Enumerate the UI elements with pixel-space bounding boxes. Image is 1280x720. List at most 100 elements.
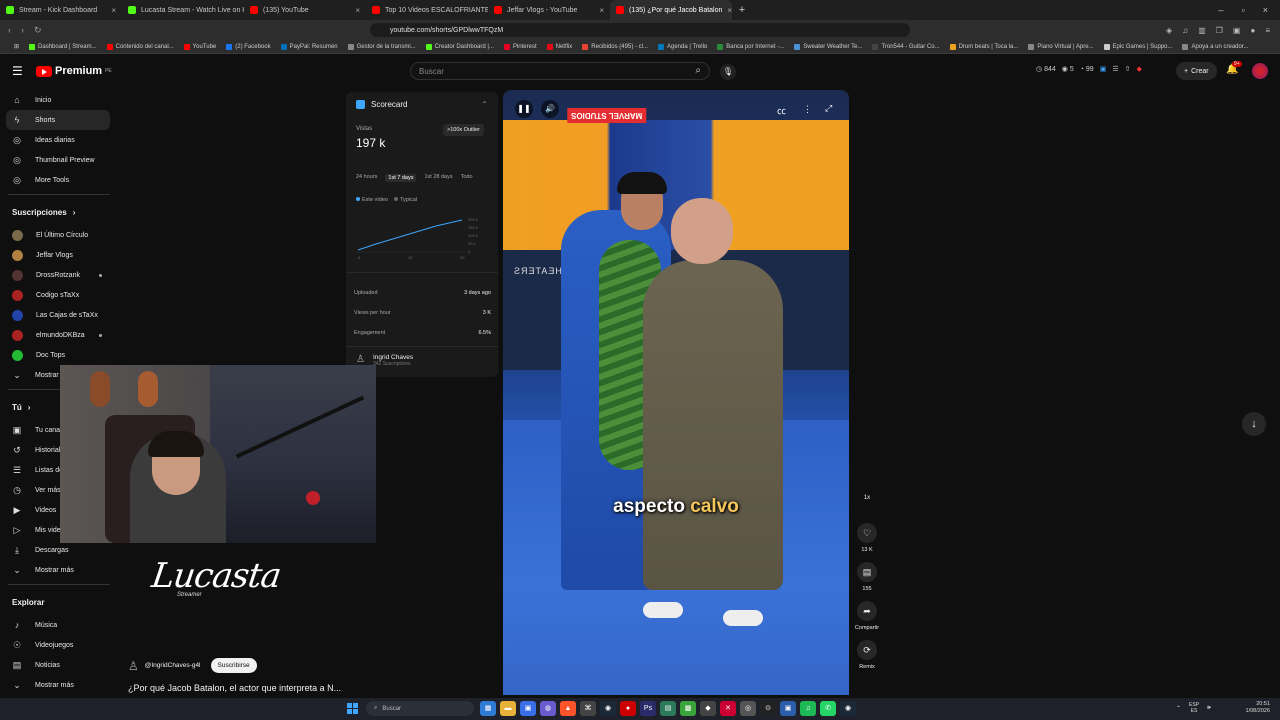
- youtube-logo[interactable]: Premium PE: [36, 65, 112, 77]
- sidebar-item-shorts[interactable]: ϟ Shorts: [6, 110, 110, 130]
- video-title[interactable]: ¿Por qué Jacob Batalon, el actor que int…: [128, 683, 341, 693]
- photoshop-icon[interactable]: Ps: [640, 701, 656, 716]
- bookmark-item[interactable]: Epic Games | Suppo...: [1100, 43, 1177, 50]
- remix-icon[interactable]: ⟳: [857, 640, 877, 660]
- bookmark-item[interactable]: Recibidos (495) - cl...: [578, 43, 652, 50]
- ext-list-icon[interactable]: ☰: [1112, 65, 1118, 73]
- period-tab[interactable]: 24 hours: [356, 174, 377, 182]
- bookmark-item[interactable]: Agenda | Trello: [654, 43, 711, 50]
- steam-icon[interactable]: ◉: [840, 701, 856, 716]
- minecraft-icon[interactable]: ▩: [680, 701, 696, 716]
- sidebar-explore-item[interactable]: ⌄ Mostrar más: [0, 675, 118, 695]
- search-input[interactable]: Buscar ⌕: [410, 62, 710, 80]
- bookmark-item[interactable]: Contenido del canal...: [103, 43, 178, 50]
- brave-icon[interactable]: ▲: [560, 701, 576, 716]
- like-icon[interactable]: ♡: [857, 523, 877, 543]
- sidebar-item-more-tools[interactable]: ◎ More Tools: [0, 170, 118, 190]
- browser-tab[interactable]: (135) YouTube ×: [244, 0, 366, 20]
- hamburger-menu-icon[interactable]: ☰: [12, 64, 24, 78]
- forward-icon[interactable]: ›: [21, 25, 24, 36]
- menu-icon[interactable]: ≡: [1265, 26, 1270, 35]
- sidebar-you-item[interactable]: ⌄ Mostrar más: [0, 560, 118, 580]
- bookmark-item[interactable]: Netflix: [543, 43, 577, 50]
- vscode-icon[interactable]: ▣: [780, 701, 796, 716]
- steam-icon[interactable]: ◉: [600, 701, 616, 716]
- sidebar-explore-item[interactable]: ▤ Noticias: [0, 655, 118, 675]
- browser-tab[interactable]: Top 10 Videos ESCALOFRIANTES De×: [366, 0, 488, 20]
- vidiq-icon[interactable]: ▣: [1100, 65, 1107, 73]
- bookmark-item[interactable]: Apoya a un creador...: [1178, 43, 1252, 50]
- subscription-item[interactable]: Jeffar Vlogs: [0, 245, 118, 265]
- playback-speed[interactable]: 1x: [852, 495, 882, 501]
- app-icon[interactable]: ◆: [700, 701, 716, 716]
- windows-start-icon[interactable]: [347, 703, 358, 714]
- bookmark-item[interactable]: Pinterest: [500, 43, 541, 50]
- sheets-icon[interactable]: ▤: [660, 701, 676, 716]
- close-window-icon[interactable]: ×: [1263, 5, 1268, 15]
- channel-handle[interactable]: @IngridChaves-g4l: [145, 662, 201, 669]
- extension-icon[interactable]: ◈: [1166, 26, 1172, 35]
- file-explorer-icon[interactable]: ▦: [480, 701, 496, 716]
- taskbar-search[interactable]: ⌕ Buscar: [366, 701, 474, 716]
- browser-tab[interactable]: Stream - Kick Dashboard ×: [0, 0, 122, 20]
- app-icon[interactable]: ⊙: [760, 701, 776, 716]
- pause-icon[interactable]: ❚❚: [515, 100, 533, 118]
- apps-grid-icon[interactable]: ⊞: [10, 43, 23, 50]
- microphone-icon[interactable]: 🎙: [720, 64, 736, 80]
- captions-icon[interactable]: ㏄: [777, 104, 786, 117]
- app-icon[interactable]: ◎: [740, 701, 756, 716]
- bookmark-item[interactable]: PayPal: Resumen: [277, 43, 342, 50]
- sidebar-explore-item[interactable]: ☉ Videojuegos: [0, 635, 118, 655]
- terminal-icon[interactable]: ⌘: [580, 701, 596, 716]
- sidebar-item-inicio[interactable]: ⌂ Inicio: [0, 90, 118, 110]
- spotify-icon[interactable]: ♫: [800, 701, 816, 716]
- subscription-item[interactable]: DrossRotzank: [0, 265, 118, 285]
- period-tab[interactable]: 1st 28 days: [424, 174, 452, 182]
- fullscreen-icon[interactable]: ⤢: [825, 103, 832, 114]
- clock[interactable]: 20:51 1/08/2026: [1224, 701, 1270, 715]
- folder-icon[interactable]: ▬: [500, 701, 516, 716]
- subscription-item[interactable]: El Último Círculo: [0, 225, 118, 245]
- bookmark-item[interactable]: Creator Dashboard |...: [422, 43, 498, 50]
- more-options-icon[interactable]: ⋮: [803, 104, 812, 115]
- reload-icon[interactable]: ↻: [34, 25, 42, 36]
- bookmark-item[interactable]: Banca por Internet -...: [713, 43, 788, 50]
- create-button[interactable]: + Crear: [1176, 62, 1217, 80]
- channel-avatar-icon[interactable]: ♙: [128, 659, 139, 673]
- subscription-item[interactable]: Las Cajas de sTaXx: [0, 305, 118, 325]
- comment-icon[interactable]: ▤: [857, 562, 877, 582]
- bookmark-item[interactable]: Dashboard | Stream...: [25, 43, 101, 50]
- volume-icon[interactable]: 🔊: [541, 100, 559, 118]
- volume-tray-icon[interactable]: 🕪: [1207, 705, 1211, 712]
- sidebar-item-ideas-diarias[interactable]: ◎ Ideas diarias: [0, 130, 118, 150]
- tab-close-icon[interactable]: ×: [111, 6, 116, 15]
- sidebar-toggle-icon[interactable]: ▥: [1198, 26, 1206, 35]
- discord-icon[interactable]: ◍: [540, 701, 556, 716]
- browser-tab[interactable]: (135) ¿Por qué Jacob Batalon ×: [610, 0, 732, 20]
- subscribe-button[interactable]: Suscribirse: [210, 658, 257, 673]
- tab-close-icon[interactable]: ×: [355, 6, 360, 15]
- bookmark-item[interactable]: Drum beats | Toca la...: [946, 43, 1023, 50]
- shorts-video-player[interactable]: MARVEL STUDIOS THEATERS ❚❚ 🔊 ㏄ ⋮ ⤢ aspec…: [503, 90, 849, 695]
- obs-icon[interactable]: ●: [620, 701, 636, 716]
- period-tab[interactable]: Todo: [461, 174, 473, 182]
- bookmark-item[interactable]: Piano Virtual | Apre...: [1024, 43, 1097, 50]
- scorecard-header[interactable]: Scorecard ⌃: [346, 92, 498, 117]
- sidebar-explore-item[interactable]: ♪ Música: [0, 615, 118, 635]
- subscription-item[interactable]: elmundoDKBza: [0, 325, 118, 345]
- capcut-icon[interactable]: ✕: [720, 701, 736, 716]
- sidebar-you-item[interactable]: ⤓ Descargas: [0, 540, 118, 560]
- wallet-icon[interactable]: ▣: [1233, 26, 1241, 35]
- ext-upload-icon[interactable]: ⇧: [1125, 65, 1131, 73]
- new-tab-icon[interactable]: +: [732, 4, 752, 16]
- sidebar-item-thumbnail-preview[interactable]: ◎ Thumbnail Preview: [0, 150, 118, 170]
- subscription-item[interactable]: Doc Tops: [0, 345, 118, 365]
- subscriptions-heading[interactable]: Suscripciones ›: [0, 199, 118, 225]
- back-icon[interactable]: ‹: [8, 25, 11, 36]
- share-icon[interactable]: ➦: [857, 601, 877, 621]
- url-bar[interactable]: youtube.com/shorts/GPDlwwTFQzM: [370, 23, 910, 37]
- bookmark-item[interactable]: Tron544 - Guitar Co...: [868, 43, 943, 50]
- profile-icon[interactable]: ●: [1250, 26, 1255, 35]
- user-avatar[interactable]: [1252, 63, 1268, 79]
- bookmark-item[interactable]: Gestor de la transmi...: [344, 43, 420, 50]
